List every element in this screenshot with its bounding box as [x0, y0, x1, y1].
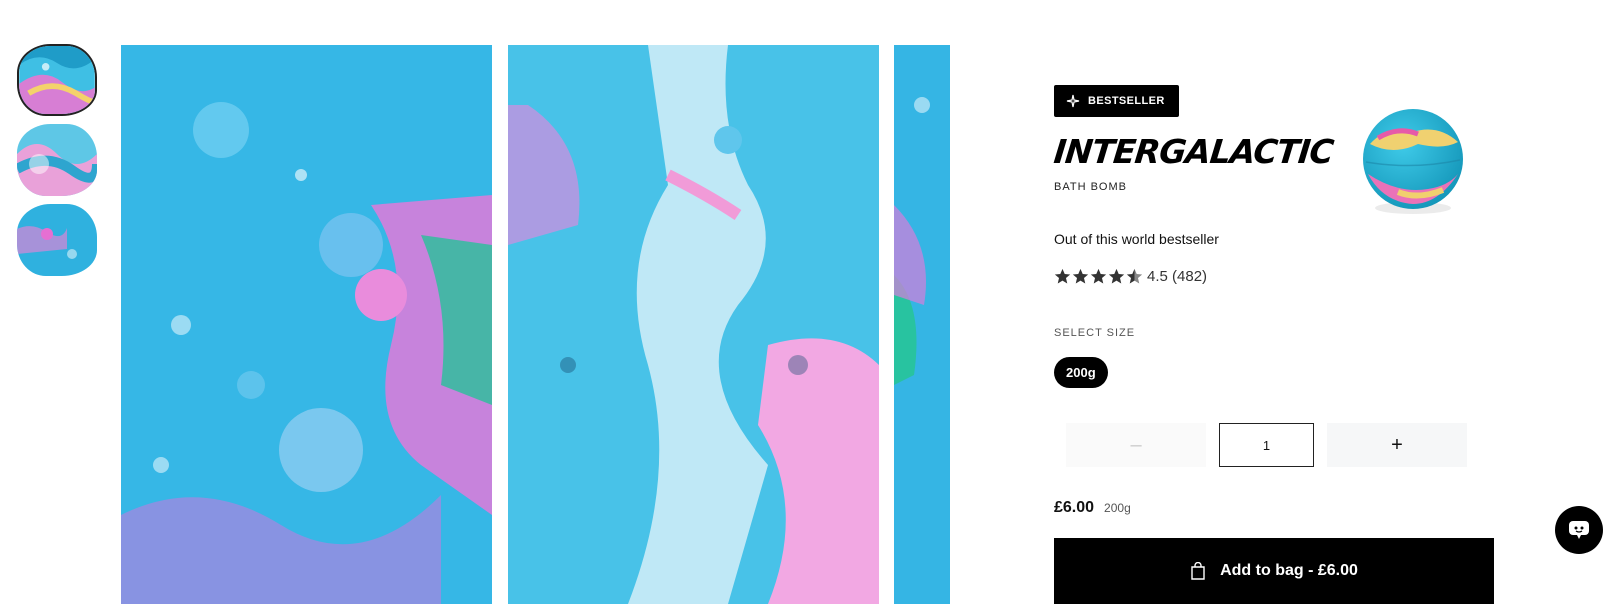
price-row: £6.00 200g: [1054, 499, 1131, 517]
add-to-bag-label: Add to bag - £6.00: [1220, 562, 1358, 579]
product-tagline: Out of this world bestseller: [1054, 231, 1219, 247]
half-star-icon: [1126, 268, 1143, 284]
badge-label: BESTSELLER: [1088, 95, 1165, 107]
thumbnail-2[interactable]: [17, 124, 97, 196]
gallery-image-3-partial: [894, 45, 950, 604]
size-option-200g[interactable]: 200g: [1054, 357, 1108, 388]
bestseller-badge: BESTSELLER: [1054, 85, 1179, 117]
thumbnail-1[interactable]: [17, 44, 97, 116]
star-icon: [1054, 268, 1071, 284]
thumbnail-image: [19, 46, 95, 114]
price: £6.00: [1054, 499, 1095, 516]
gallery-image-1: [121, 45, 492, 604]
star-icon: [1108, 268, 1125, 284]
add-to-bag-button[interactable]: Add to bag - £6.00: [1054, 538, 1494, 604]
thumbnail-list: [17, 44, 97, 284]
thumbnail-3[interactable]: [17, 204, 97, 276]
shopping-bag-icon: [1191, 562, 1205, 580]
product-rating[interactable]: 4.5 (482): [1054, 268, 1207, 285]
rating-stars: [1054, 268, 1143, 285]
product-panel: BESTSELLER INTERGALACTIC BATH BOMB Out o…: [1052, 0, 1594, 604]
thumbnail-image: [17, 204, 97, 276]
chat-icon: [1569, 521, 1589, 539]
product-category: BATH BOMB: [1054, 181, 1127, 193]
increase-quantity-button[interactable]: +: [1327, 423, 1467, 467]
star-icon: [1090, 268, 1107, 284]
decrease-quantity-button[interactable]: –: [1066, 423, 1206, 467]
chat-button[interactable]: [1555, 506, 1603, 554]
rating-text: 4.5 (482): [1147, 268, 1208, 285]
product-gallery[interactable]: [121, 45, 961, 604]
product-image: [1363, 109, 1463, 214]
product-title: INTERGALACTIC: [1052, 132, 1335, 171]
thumbnail-image: [17, 124, 97, 196]
sparkle-icon: [1066, 94, 1080, 108]
quantity-stepper: – 1 +: [1066, 423, 1467, 467]
quantity-input[interactable]: 1: [1219, 423, 1314, 467]
select-size-label: SELECT SIZE: [1054, 327, 1136, 339]
gallery-image-2: [508, 45, 879, 604]
price-size: 200g: [1104, 501, 1131, 515]
star-icon: [1072, 268, 1089, 284]
